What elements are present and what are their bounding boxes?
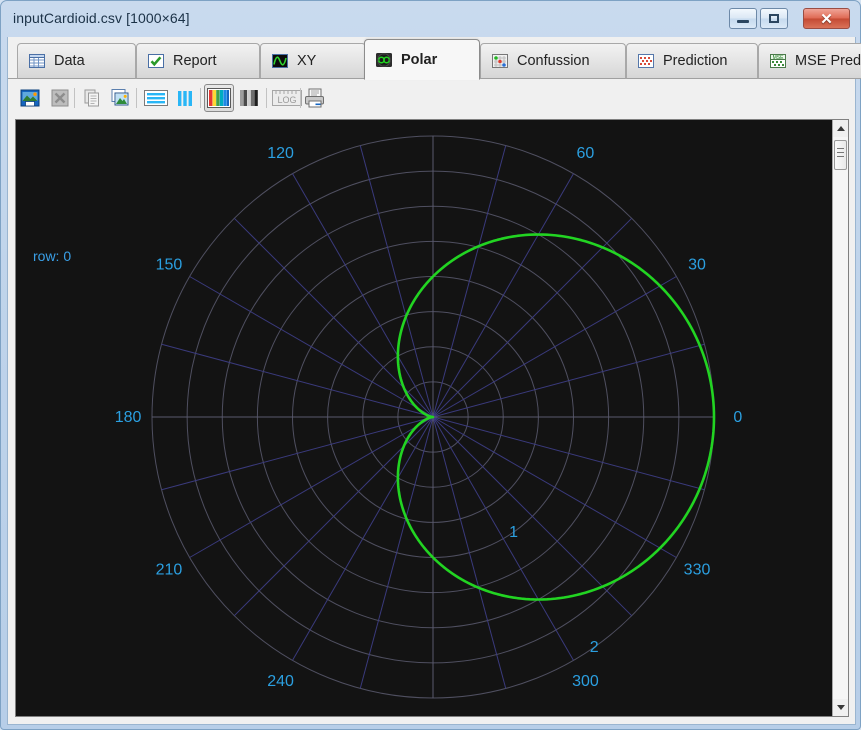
radius-tick-label: 2	[590, 639, 599, 656]
tab-label: Polar	[401, 51, 438, 68]
printer-icon	[305, 88, 324, 108]
scroll-down-arrow[interactable]	[833, 699, 848, 716]
close-button[interactable]: ✕	[803, 8, 850, 29]
theta-tick-label: 30	[688, 257, 706, 274]
log-scale-button[interactable]: LOG	[270, 84, 304, 112]
polar-chart[interactable]: 0 30 60 120 150 180 210 240 300 330 1 2	[16, 120, 833, 716]
tab-prediction[interactable]: Prediction	[626, 43, 758, 79]
confusion-dots-icon	[492, 54, 508, 68]
export-excel-button[interactable]	[46, 84, 74, 112]
rows-view-button[interactable]	[141, 84, 171, 112]
tab-label: Report	[173, 53, 217, 69]
table-grid-icon	[29, 54, 45, 68]
tab-xy[interactable]: XY	[260, 43, 366, 79]
client-area: Data Report XY Polar Confussion Predicti…	[7, 37, 861, 725]
chevron-down-icon	[836, 705, 845, 710]
theta-tick-label: 330	[684, 561, 711, 578]
polar-plot-panel[interactable]: row: 0 0 30 60 120 150 180 210 240 300 330 1 2	[15, 119, 849, 717]
save-image-icon	[20, 89, 40, 107]
columns-view-button[interactable]	[172, 84, 198, 112]
row-indicator-label: row: 0	[33, 248, 72, 264]
tab-mse-pred[interactable]: MSE MSE Pred	[758, 43, 861, 79]
waveform-icon	[272, 54, 288, 68]
svg-text:LOG: LOG	[277, 95, 296, 105]
copy-image-button[interactable]	[106, 84, 134, 112]
toolbar-separator	[136, 88, 137, 108]
title-bar: inputCardioid.csv [1000×64] ✕	[1, 1, 860, 37]
tab-label: Data	[54, 53, 85, 69]
mse-grid-icon: MSE	[770, 54, 786, 68]
save-image-button[interactable]	[16, 84, 44, 112]
rows-view-icon	[144, 90, 168, 106]
close-icon: ✕	[820, 10, 833, 28]
polar-target-icon	[376, 52, 392, 67]
theta-tick-label: 210	[156, 561, 183, 578]
toolbar: LOG	[8, 79, 855, 117]
copy-button[interactable]	[78, 84, 106, 112]
checkmark-icon	[148, 54, 164, 68]
minimize-icon	[730, 9, 756, 28]
tab-strip: Data Report XY Polar Confussion Predicti…	[8, 37, 861, 80]
color-bars-button[interactable]	[204, 84, 234, 112]
tab-confussion[interactable]: Confussion	[480, 43, 626, 79]
theta-tick-label: 300	[572, 673, 599, 690]
app-window: inputCardioid.csv [1000×64] ✕ Data Repor…	[0, 0, 861, 730]
theta-tick-label: 60	[577, 145, 595, 162]
tab-label: Confussion	[517, 53, 590, 69]
log-scale-icon: LOG	[272, 90, 302, 106]
tab-label: MSE Pred	[795, 53, 861, 69]
toolbar-separator	[74, 88, 75, 108]
gray-bars-button[interactable]	[236, 84, 264, 112]
theta-tick-label: 150	[156, 257, 183, 274]
tab-label: XY	[297, 53, 317, 69]
theta-tick-label: 180	[115, 409, 142, 426]
color-bars-icon	[207, 88, 231, 108]
scroll-thumb[interactable]	[834, 140, 847, 170]
maximize-button[interactable]	[760, 8, 788, 29]
scrollbar-track[interactable]	[833, 137, 848, 699]
theta-tick-label: 240	[267, 673, 294, 690]
grip-lines-icon	[837, 148, 844, 149]
prediction-grid-icon	[638, 54, 654, 68]
excel-export-icon	[51, 89, 69, 107]
print-button[interactable]	[300, 84, 330, 112]
minimize-button[interactable]	[729, 8, 757, 29]
copy-image-icon	[111, 89, 129, 106]
toolbar-separator	[266, 88, 267, 108]
gray-bars-icon	[240, 90, 258, 106]
tab-report[interactable]: Report	[136, 43, 260, 79]
maximize-icon	[761, 9, 787, 28]
toolbar-separator	[200, 88, 201, 108]
theta-tick-label: 120	[267, 145, 294, 162]
vertical-scrollbar[interactable]	[832, 120, 848, 716]
tab-polar[interactable]: Polar	[364, 39, 480, 80]
scroll-up-arrow[interactable]	[833, 120, 848, 137]
chevron-up-icon	[836, 126, 845, 131]
copy-icon	[84, 89, 99, 107]
radius-tick-label: 1	[509, 524, 518, 541]
svg-text:MSE: MSE	[773, 55, 785, 61]
columns-view-icon	[178, 91, 192, 106]
window-title: inputCardioid.csv [1000×64]	[13, 10, 190, 26]
theta-tick-label: 0	[733, 409, 742, 426]
tab-data[interactable]: Data	[17, 43, 136, 79]
tab-label: Prediction	[663, 53, 728, 69]
